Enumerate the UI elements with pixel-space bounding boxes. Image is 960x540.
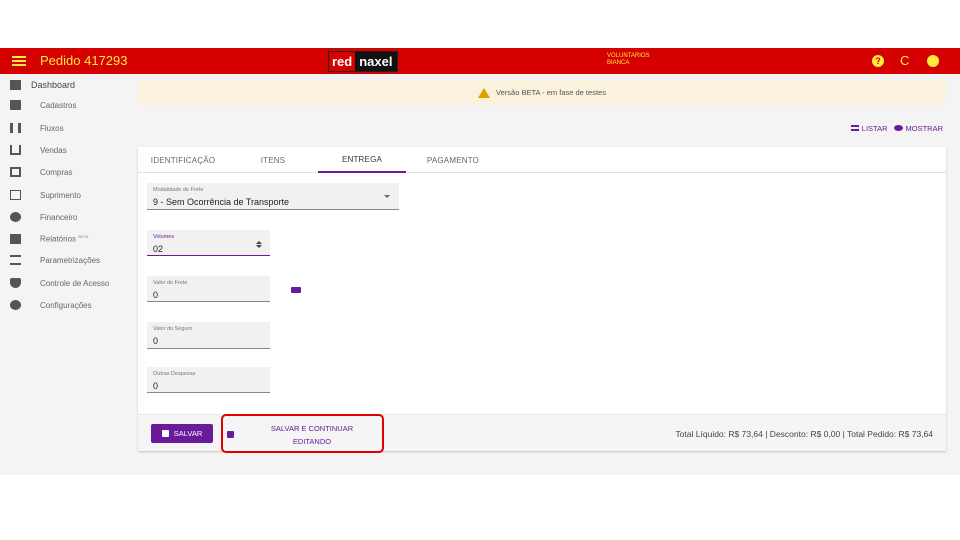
volumes-value: 02 <box>153 244 164 254</box>
shield-icon <box>10 278 21 288</box>
sidebar-item-label: Cadastros <box>40 100 77 110</box>
list-button[interactable]: LISTAR <box>850 124 888 133</box>
columns-icon <box>10 123 21 133</box>
show-button[interactable]: MOSTRAR <box>893 124 944 133</box>
help-icon[interactable]: ? <box>872 55 884 67</box>
sidebar-item-compras[interactable]: Compras <box>0 162 130 182</box>
dollar-icon <box>10 212 21 222</box>
modalidade-frete-label: Modalidade de Frete <box>153 187 204 193</box>
top-bar: Pedido 417293 <box>0 48 960 74</box>
list-icon <box>850 125 859 131</box>
sidebar-item-parametrizacoes[interactable]: Parametrizações <box>0 250 130 270</box>
reload-icon[interactable]: C <box>900 53 909 68</box>
save-icon <box>161 430 169 437</box>
valor-frete-value: 0 <box>153 290 159 300</box>
sidebar-item-suprimento[interactable]: Suprimento <box>0 185 130 205</box>
logo-left: red <box>329 52 356 71</box>
printer-icon <box>10 234 21 244</box>
sidebar-item-label: Fluxos <box>40 123 64 133</box>
sidebar-item-label: Controle de Acesso <box>40 278 110 288</box>
warning-icon <box>478 87 491 98</box>
modalidade-frete-select[interactable]: Modalidade de Frete 9 - Sem Ocorrência d… <box>147 183 399 210</box>
account-icon[interactable] <box>927 55 939 67</box>
valor-frete-field[interactable]: Valor do Frete 0 <box>147 276 270 302</box>
sidebar-item-controle-de-acesso[interactable]: Controle de Acesso <box>0 273 130 293</box>
volumes-field[interactable]: Volumes 02 <box>147 230 270 256</box>
sidebar-item-configuracoes[interactable]: Configurações <box>0 295 130 315</box>
sliders-icon <box>10 255 21 265</box>
page-title: Pedido 417293 <box>40 53 128 68</box>
order-totals: Total Líquido: R$ 73,64 | Desconto: R$ 0… <box>675 429 933 439</box>
sidebar-item-label: Configurações <box>40 300 92 310</box>
show-label: MOSTRAR <box>905 124 944 133</box>
valor-seguro-label: Valor do Seguro <box>153 326 193 332</box>
sidebar-item-label: Relatórios <box>40 234 77 244</box>
eye-icon <box>893 125 903 131</box>
store-icon <box>10 167 21 177</box>
sidebar-item-label: Dashboard <box>31 80 76 90</box>
truck-icon[interactable] <box>291 287 301 293</box>
outras-despesas-label: Outras Despesas <box>153 371 196 377</box>
folder-icon <box>10 100 21 110</box>
user-name: BIANCA <box>607 60 630 66</box>
sidebar-item-dashboard[interactable]: Dashboard <box>0 75 130 95</box>
user-info: VOLUNTARIOS BIANCA <box>607 53 650 67</box>
highlight-box <box>221 414 384 453</box>
sidebar-item-financeiro[interactable]: Financeiro <box>0 207 130 227</box>
sidebar-item-label: Financeiro <box>40 212 78 222</box>
modalidade-frete-value: 9 - Sem Ocorrência de Transporte <box>153 197 290 207</box>
sidebar-item-relatorios[interactable]: Relatórios BETA <box>0 229 130 249</box>
valor-frete-label: Valor do Frete <box>153 280 188 286</box>
tab-identificacao[interactable]: IDENTIFICAÇÃO <box>143 147 223 173</box>
banner-text: Versão BETA - em fase de testes <box>496 88 606 97</box>
sidebar-item-label: Parametrizações <box>40 255 101 265</box>
tab-pagamento[interactable]: PAGAMENTO <box>418 147 488 173</box>
volumes-label: Volumes <box>153 234 175 240</box>
supply-icon <box>10 190 21 200</box>
dashboard-icon <box>10 80 21 90</box>
chevron-down-icon <box>384 195 390 198</box>
save-button[interactable]: SALVAR <box>151 424 213 443</box>
cart-icon <box>10 145 21 155</box>
save-label: SALVAR <box>173 429 203 438</box>
order-card: IDENTIFICAÇÃO ITENS ENTREGA PAGAMENTO Mo… <box>138 147 946 451</box>
menu-icon[interactable] <box>12 54 26 68</box>
gear-icon <box>10 300 21 310</box>
list-label: LISTAR <box>861 124 888 133</box>
logo-right: naxel <box>355 52 397 71</box>
sidebar-item-vendas[interactable]: Vendas <box>0 140 130 160</box>
sidebar-item-cadastros[interactable]: Cadastros <box>0 95 130 115</box>
tab-bar: IDENTIFICAÇÃO ITENS ENTREGA PAGAMENTO <box>138 147 946 173</box>
view-actions: LISTAR MOSTRAR <box>850 124 944 133</box>
sidebar-item-label: Compras <box>40 167 73 177</box>
beta-badge: BETA <box>78 234 89 240</box>
valor-seguro-value: 0 <box>153 336 159 346</box>
tab-itens[interactable]: ITENS <box>248 147 298 173</box>
sidebar-item-fluxos[interactable]: Fluxos <box>0 118 130 138</box>
valor-seguro-field[interactable]: Valor do Seguro 0 <box>147 322 270 349</box>
sidebar-item-label: Vendas <box>40 145 67 155</box>
tab-entrega[interactable]: ENTREGA <box>318 147 406 173</box>
beta-banner: Versão BETA - em fase de testes <box>138 80 946 105</box>
user-org: VOLUNTARIOS <box>607 53 650 59</box>
outras-despesas-value: 0 <box>153 381 159 391</box>
brand-logo: red naxel <box>328 51 398 72</box>
outras-despesas-field[interactable]: Outras Despesas 0 <box>147 367 270 393</box>
number-spinner[interactable] <box>256 241 262 249</box>
sidebar-item-label: Suprimento <box>40 190 81 200</box>
